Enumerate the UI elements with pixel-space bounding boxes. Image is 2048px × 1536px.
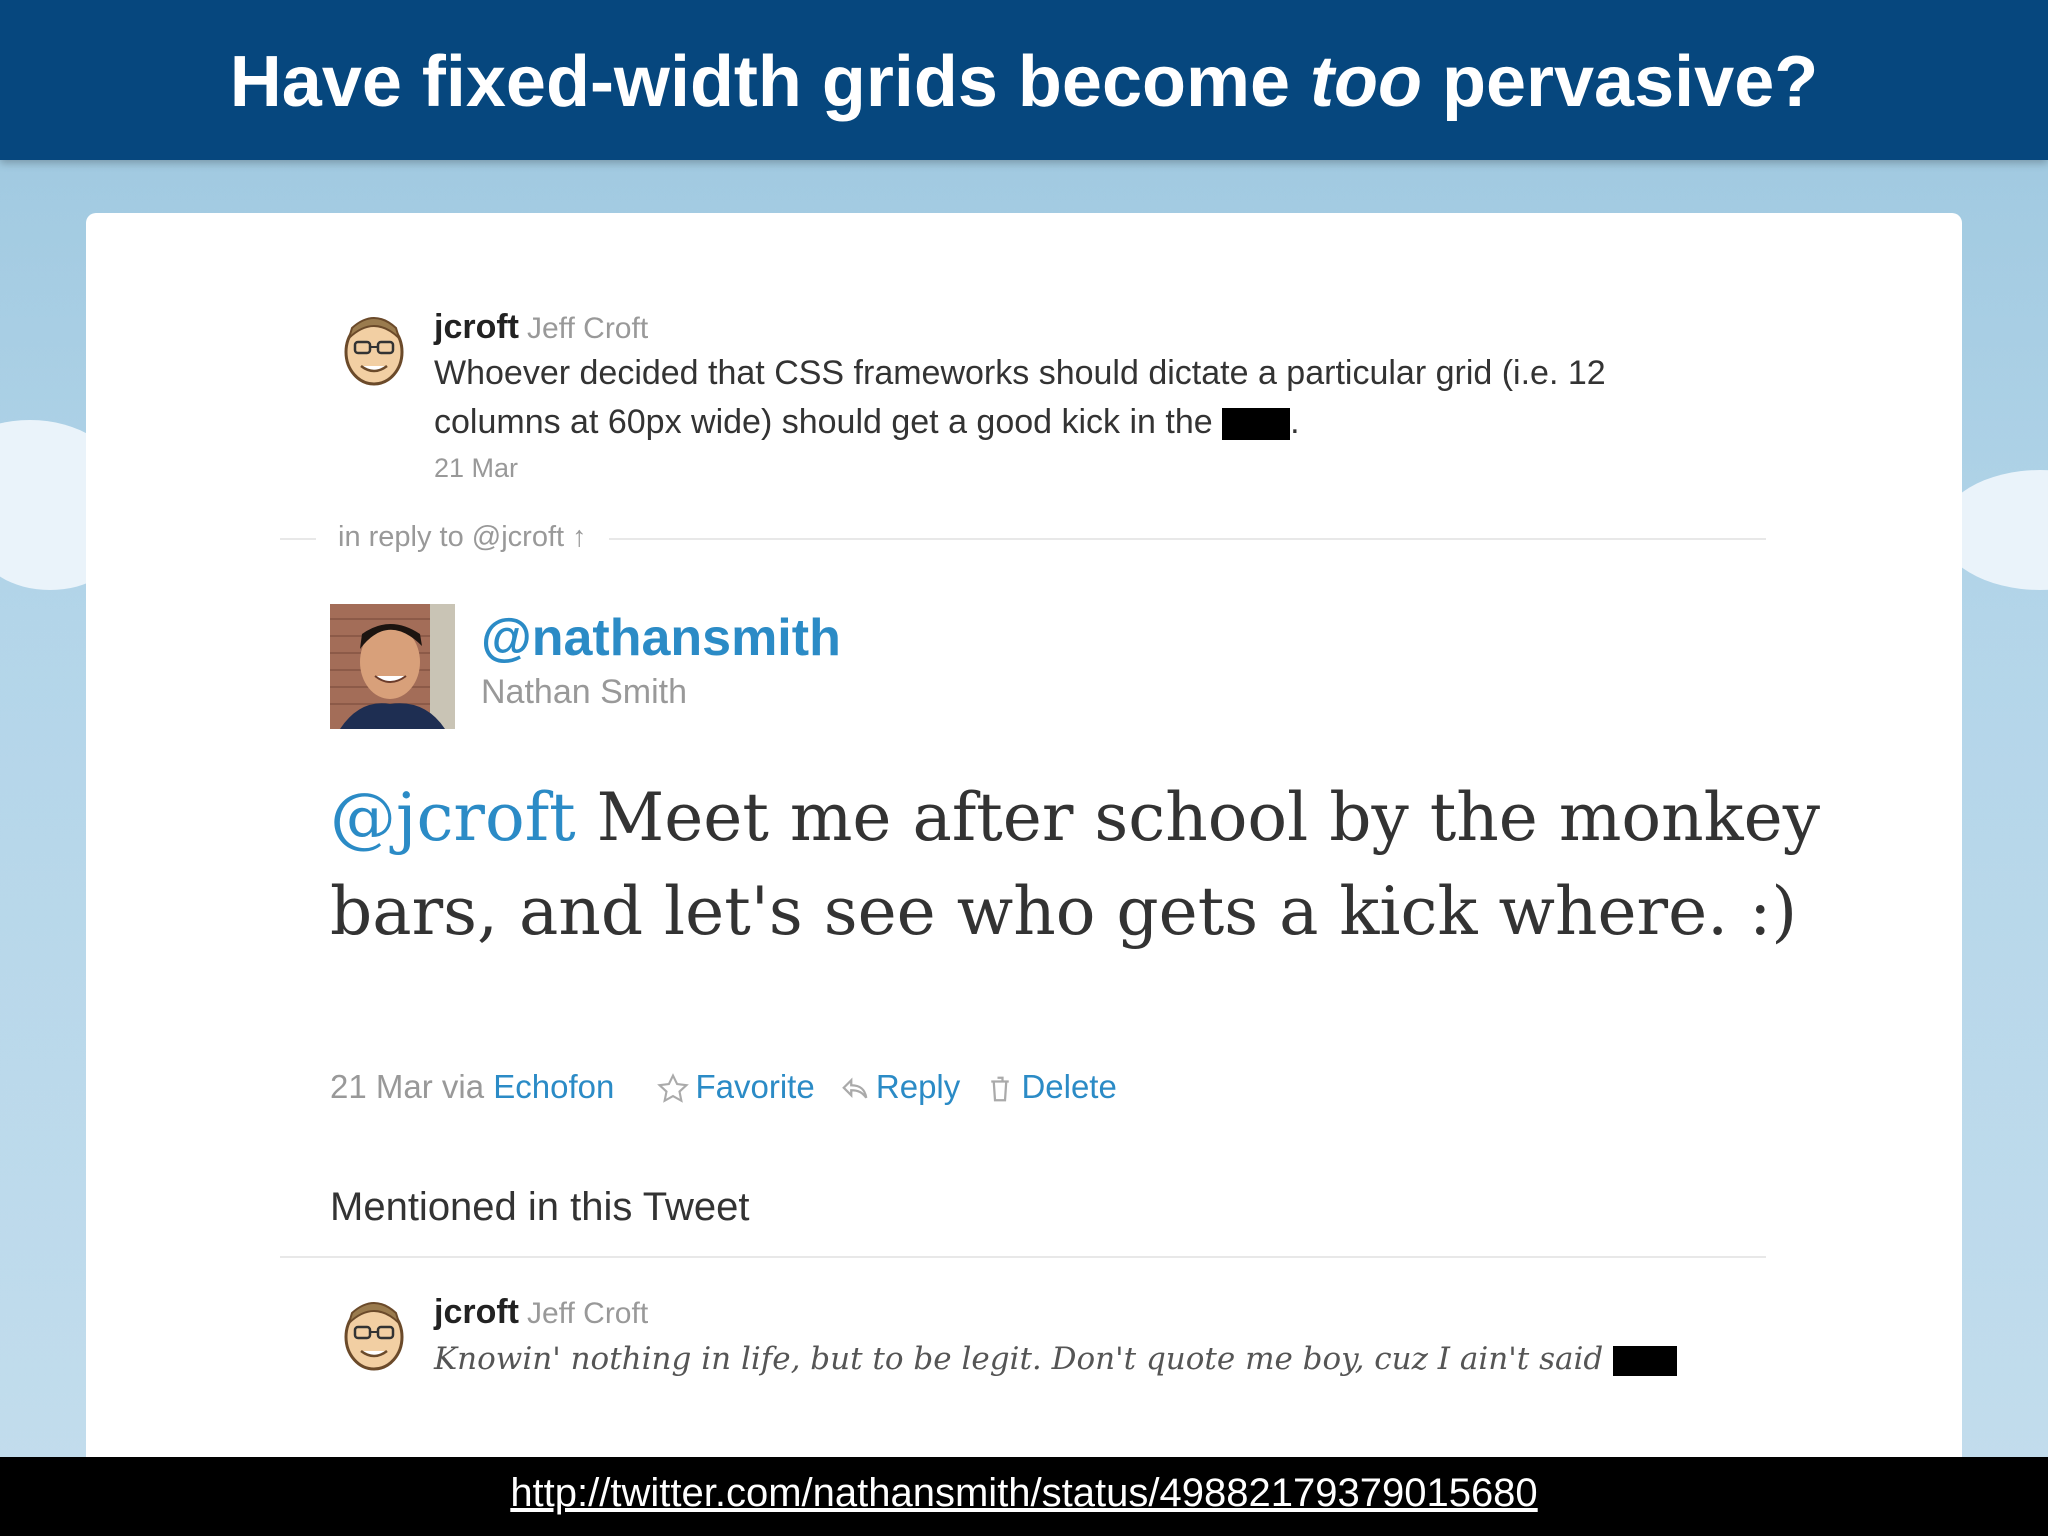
nathan-smith-avatar[interactable] (330, 604, 455, 729)
tweet-date[interactable]: 21 Mar (434, 453, 1734, 484)
full-name: Jeff Croft (527, 1297, 649, 1330)
username[interactable]: jcroft (434, 308, 519, 346)
redaction-box (1613, 1345, 1678, 1376)
star-icon (656, 1073, 689, 1104)
slide-header: Have fixed-width grids become too pervas… (0, 0, 2048, 160)
echofon-link[interactable]: Echofon (493, 1068, 614, 1105)
original-tweet-body: jcroft Jeff Croft Whoever decided that CS… (434, 308, 1734, 484)
mention-link[interactable]: @jcroft (330, 779, 576, 856)
favorite-action[interactable]: Favorite (656, 1068, 824, 1105)
main-tweet-text: @jcroft Meet me after school by the monk… (330, 779, 1821, 950)
jeff-croft-avatar[interactable] (341, 1293, 407, 1373)
username[interactable]: jcroft (434, 1293, 519, 1331)
reply-arrow-icon (842, 1077, 868, 1099)
tweet-date: 21 Mar via (330, 1068, 494, 1105)
trash-icon (991, 1076, 1010, 1102)
mentioned-section-title: Mentioned in this Tweet (330, 1185, 750, 1229)
nathan-full-name: Nathan Smith (481, 673, 687, 711)
mentioned-user-body: jcroft Jeff Croft Knowin' nothing in life… (434, 1293, 1734, 1382)
delete-action[interactable]: Delete (985, 1068, 1117, 1105)
user-bio: Knowin' nothing in life, but to be legit… (434, 1336, 1734, 1382)
tweet-page-panel: jcroft Jeff Croft Whoever decided that CS… (86, 213, 1962, 1463)
tweet-text: Whoever decided that CSS frameworks shou… (434, 354, 1606, 441)
slide-title: Have fixed-width grids become too pervas… (229, 42, 1819, 122)
jeff-croft-avatar[interactable] (341, 308, 407, 388)
reply-action[interactable]: Reply (840, 1068, 970, 1105)
in-reply-to-link[interactable]: in reply to @jcroft ↑ (316, 521, 609, 554)
mentioned-divider (280, 1256, 1766, 1258)
redaction-box (1222, 408, 1291, 441)
nathan-handle[interactable]: @nathansmith (481, 608, 841, 668)
tweet-actions: 21 Mar via Echofon Favorite Reply Delete (330, 1068, 1117, 1106)
full-name: Jeff Croft (527, 312, 649, 345)
source-url-link[interactable]: http://twitter.com/nathansmith/status/49… (0, 1471, 2048, 1516)
footer-bar: http://twitter.com/nathansmith/status/49… (0, 1457, 2048, 1536)
